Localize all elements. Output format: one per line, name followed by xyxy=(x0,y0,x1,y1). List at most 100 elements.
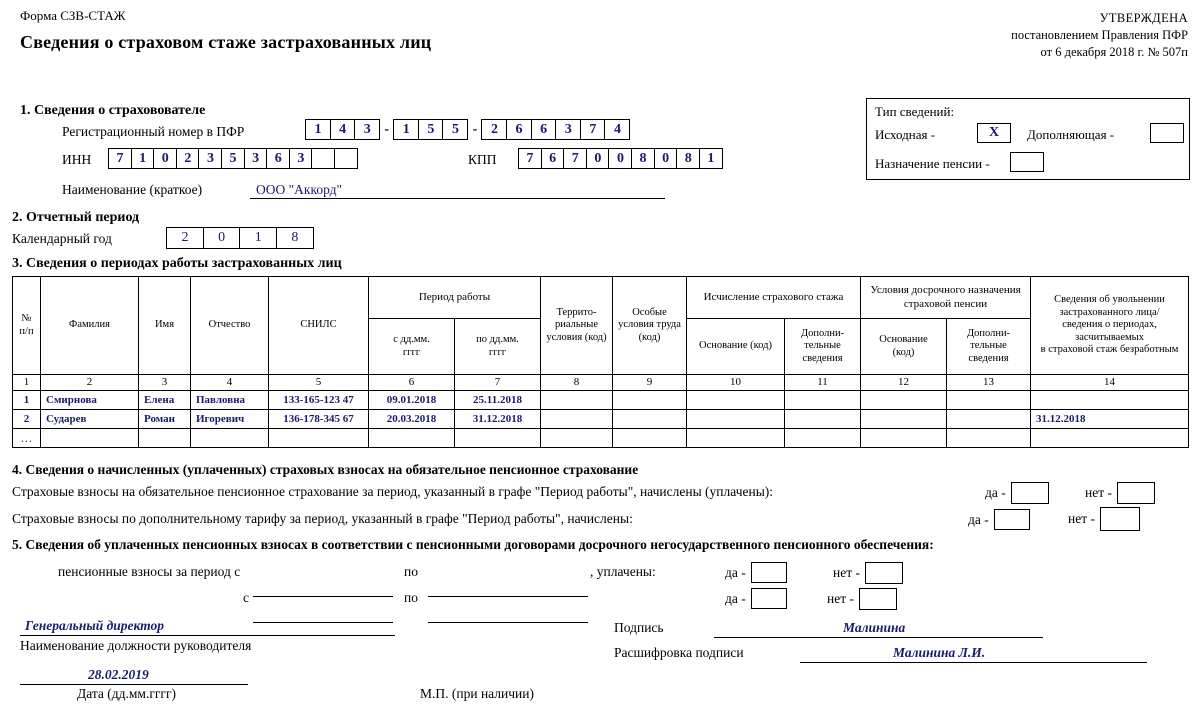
cell-calc-extra[interactable] xyxy=(784,390,861,411)
year-digit[interactable]: 0 xyxy=(202,227,241,249)
section-5-row-2-from-field[interactable] xyxy=(253,604,393,623)
kpp-digit[interactable]: 6 xyxy=(540,148,565,169)
year-digit[interactable]: 1 xyxy=(239,227,278,249)
section-4-line-2-no-checkbox[interactable] xyxy=(1100,507,1140,531)
reg-digit[interactable]: 5 xyxy=(417,119,444,140)
table-row[interactable]: 2 Сударев Роман Игоревич 136-178-345 67 … xyxy=(12,409,1190,430)
section-5-row-2-yes[interactable]: да - xyxy=(725,588,787,609)
cell-territorial[interactable] xyxy=(540,409,613,430)
info-type-supplementary-checkbox[interactable] xyxy=(1150,123,1184,143)
section-5-row-2-no-checkbox[interactable] xyxy=(859,588,897,610)
inn-digit[interactable]: 3 xyxy=(198,148,223,169)
cell-surname[interactable]: Сударев xyxy=(40,409,139,430)
reg-digit[interactable]: 2 xyxy=(481,119,508,140)
cell-dismissal[interactable] xyxy=(1030,428,1190,449)
signature-line[interactable] xyxy=(714,637,1043,638)
cell-dismissal[interactable] xyxy=(1030,390,1190,411)
cell-patronymic[interactable]: Игоревич xyxy=(190,409,269,430)
cell-territorial[interactable] xyxy=(540,390,613,411)
reg-digit[interactable]: 6 xyxy=(530,119,557,140)
cell-surname[interactable] xyxy=(40,428,139,449)
section-5-row-2-no[interactable]: нет - xyxy=(827,588,897,610)
cell-calc-basis[interactable] xyxy=(686,428,785,449)
cell-early-basis[interactable] xyxy=(860,409,947,430)
cell-period-from[interactable]: 09.01.2018 xyxy=(368,390,455,411)
cell-special[interactable] xyxy=(612,390,687,411)
cell-snils[interactable]: 136-178-345 67 xyxy=(268,409,369,430)
cell-early-basis[interactable] xyxy=(860,428,947,449)
inn-digit[interactable]: 7 xyxy=(108,148,132,169)
calendar-year-boxes[interactable]: 2 0 1 8 xyxy=(166,227,314,249)
section-4-line-1-no[interactable]: нет - xyxy=(1085,482,1155,504)
reg-digit[interactable]: 1 xyxy=(393,119,420,140)
inn-digit[interactable]: 3 xyxy=(243,148,268,169)
cell-early-extra[interactable] xyxy=(945,390,1032,411)
director-position-line[interactable] xyxy=(20,635,395,636)
inn-digit[interactable]: 5 xyxy=(221,148,246,169)
cell-early-basis[interactable] xyxy=(860,390,947,411)
section-5-row-1-yes[interactable]: да - xyxy=(725,562,787,583)
cell-period-from[interactable]: 20.03.2018 xyxy=(368,409,455,430)
section-5-row-2-yes-checkbox[interactable] xyxy=(750,588,787,609)
kpp-digit[interactable]: 7 xyxy=(518,148,542,169)
reg-number-boxes[interactable]: 1 4 3 - 1 5 5 - 2 6 6 3 7 4 xyxy=(305,119,631,140)
section-5-row-1-to-field[interactable] xyxy=(428,578,588,597)
cell-special[interactable] xyxy=(612,409,687,430)
kpp-digit[interactable]: 8 xyxy=(631,148,656,169)
section-5-row-2-to-field[interactable] xyxy=(428,604,588,623)
section-5-row-1-no-checkbox[interactable] xyxy=(865,562,903,584)
inn-digit[interactable] xyxy=(334,148,359,169)
reg-digit[interactable]: 5 xyxy=(442,119,469,140)
inn-digit[interactable]: 1 xyxy=(130,148,155,169)
cell-snils[interactable] xyxy=(268,428,369,449)
section-4-line-1-yes-checkbox[interactable] xyxy=(1010,482,1049,504)
table-row[interactable]: 1 Смирнова Елена Павловна 133-165-123 47… xyxy=(12,390,1190,411)
cell-calc-basis[interactable] xyxy=(686,390,785,411)
reg-digit[interactable]: 3 xyxy=(555,119,582,140)
reg-digit[interactable]: 3 xyxy=(354,119,381,140)
kpp-boxes[interactable]: 7 6 7 0 0 8 0 8 1 xyxy=(518,148,723,169)
reg-number-group-1[interactable]: 1 4 3 xyxy=(305,119,381,140)
section-5-row-1-from-field[interactable] xyxy=(253,578,393,597)
kpp-digit[interactable]: 0 xyxy=(585,148,610,169)
cell-patronymic[interactable]: Павловна xyxy=(190,390,269,411)
cell-period-to[interactable]: 25.11.2018 xyxy=(454,390,541,411)
cell-period-to[interactable] xyxy=(454,428,541,449)
reg-digit[interactable]: 4 xyxy=(604,119,631,140)
inn-digit[interactable]: 2 xyxy=(175,148,200,169)
reg-number-group-2[interactable]: 1 5 5 xyxy=(393,119,469,140)
cell-dismissal[interactable]: 31.12.2018 xyxy=(1030,409,1190,430)
info-type-initial-checkbox[interactable]: X xyxy=(977,123,1011,143)
inn-digit[interactable] xyxy=(311,148,336,169)
cell-snils[interactable]: 133-165-123 47 xyxy=(268,390,369,411)
cell-calc-extra[interactable] xyxy=(784,428,861,449)
cell-calc-basis[interactable] xyxy=(686,409,785,430)
inn-digit[interactable]: 0 xyxy=(153,148,178,169)
cell-period-to[interactable]: 31.12.2018 xyxy=(454,409,541,430)
cell-early-extra[interactable] xyxy=(945,409,1032,430)
kpp-digit[interactable]: 8 xyxy=(676,148,701,169)
cell-calc-extra[interactable] xyxy=(784,409,861,430)
cell-special[interactable] xyxy=(612,428,687,449)
section-4-line-1-yes[interactable]: да - xyxy=(985,482,1049,504)
cell-period-from[interactable] xyxy=(368,428,455,449)
reg-digit[interactable]: 6 xyxy=(506,119,533,140)
cell-firstname[interactable]: Роман xyxy=(138,409,191,430)
section-4-line-1-no-checkbox[interactable] xyxy=(1117,482,1155,504)
kpp-digit[interactable]: 7 xyxy=(563,148,588,169)
cell-territorial[interactable] xyxy=(540,428,613,449)
cell-surname[interactable]: Смирнова xyxy=(40,390,139,411)
reg-digit[interactable]: 1 xyxy=(305,119,331,140)
section-5-row-1-yes-checkbox[interactable] xyxy=(750,562,787,583)
date-line[interactable] xyxy=(20,684,248,685)
inn-digit[interactable]: 3 xyxy=(288,148,313,169)
info-type-pension-checkbox[interactable] xyxy=(1010,152,1044,172)
reg-digit[interactable]: 4 xyxy=(329,119,356,140)
kpp-digit[interactable]: 0 xyxy=(653,148,678,169)
table-row[interactable]: … xyxy=(12,428,1190,449)
year-digit[interactable]: 8 xyxy=(275,227,314,249)
section-4-line-2-yes-checkbox[interactable] xyxy=(993,509,1030,530)
cell-firstname[interactable] xyxy=(138,428,191,449)
year-digit[interactable]: 2 xyxy=(166,227,204,249)
section-4-line-2-no[interactable]: нет - xyxy=(1068,507,1140,531)
